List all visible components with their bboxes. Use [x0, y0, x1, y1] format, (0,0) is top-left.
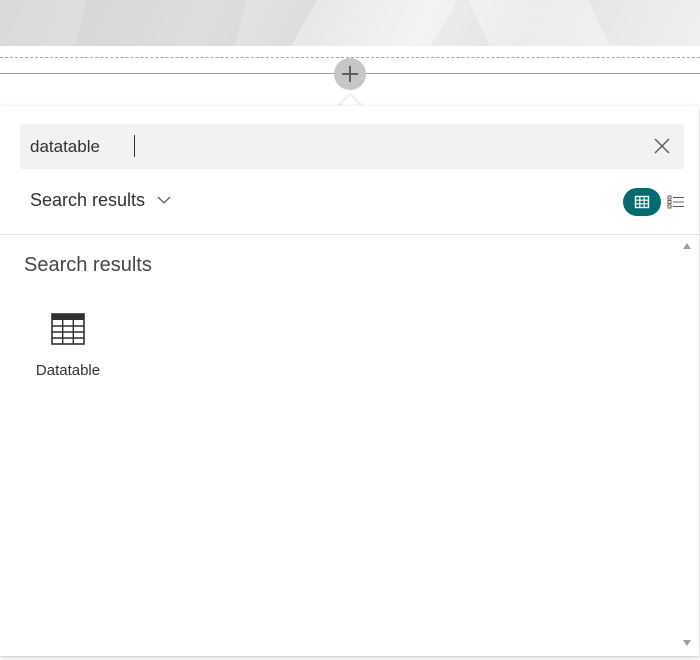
grid-view-button[interactable] [623, 188, 661, 216]
list-view-icon [667, 195, 684, 209]
search-input[interactable] [20, 124, 630, 169]
results-heading: Search results [24, 254, 152, 276]
clear-search-button[interactable] [650, 134, 674, 158]
close-icon [654, 138, 670, 154]
plus-icon [342, 66, 358, 82]
add-webpart-button[interactable] [334, 58, 366, 90]
results-area: Search results Datatable [0, 235, 680, 656]
search-box [20, 124, 684, 169]
page-banner-image [0, 0, 700, 46]
result-item-datatable[interactable]: Datatable [24, 310, 112, 400]
view-toggle [623, 187, 687, 217]
table-icon [51, 313, 85, 345]
scroll-down-arrow-icon[interactable] [683, 640, 691, 646]
results-scrollbar[interactable] [680, 235, 699, 656]
result-item-label: Datatable [35, 362, 101, 379]
webpart-toolbox-panel: Search results Search results [0, 106, 699, 656]
results-scope-label: Search results [30, 189, 146, 210]
text-caret [134, 135, 135, 157]
list-view-button[interactable] [665, 188, 687, 216]
results-scope-dropdown[interactable]: Search results [30, 186, 171, 214]
grid-view-icon [634, 195, 650, 209]
scroll-up-arrow-icon[interactable] [683, 243, 691, 249]
chevron-down-icon [157, 196, 171, 204]
